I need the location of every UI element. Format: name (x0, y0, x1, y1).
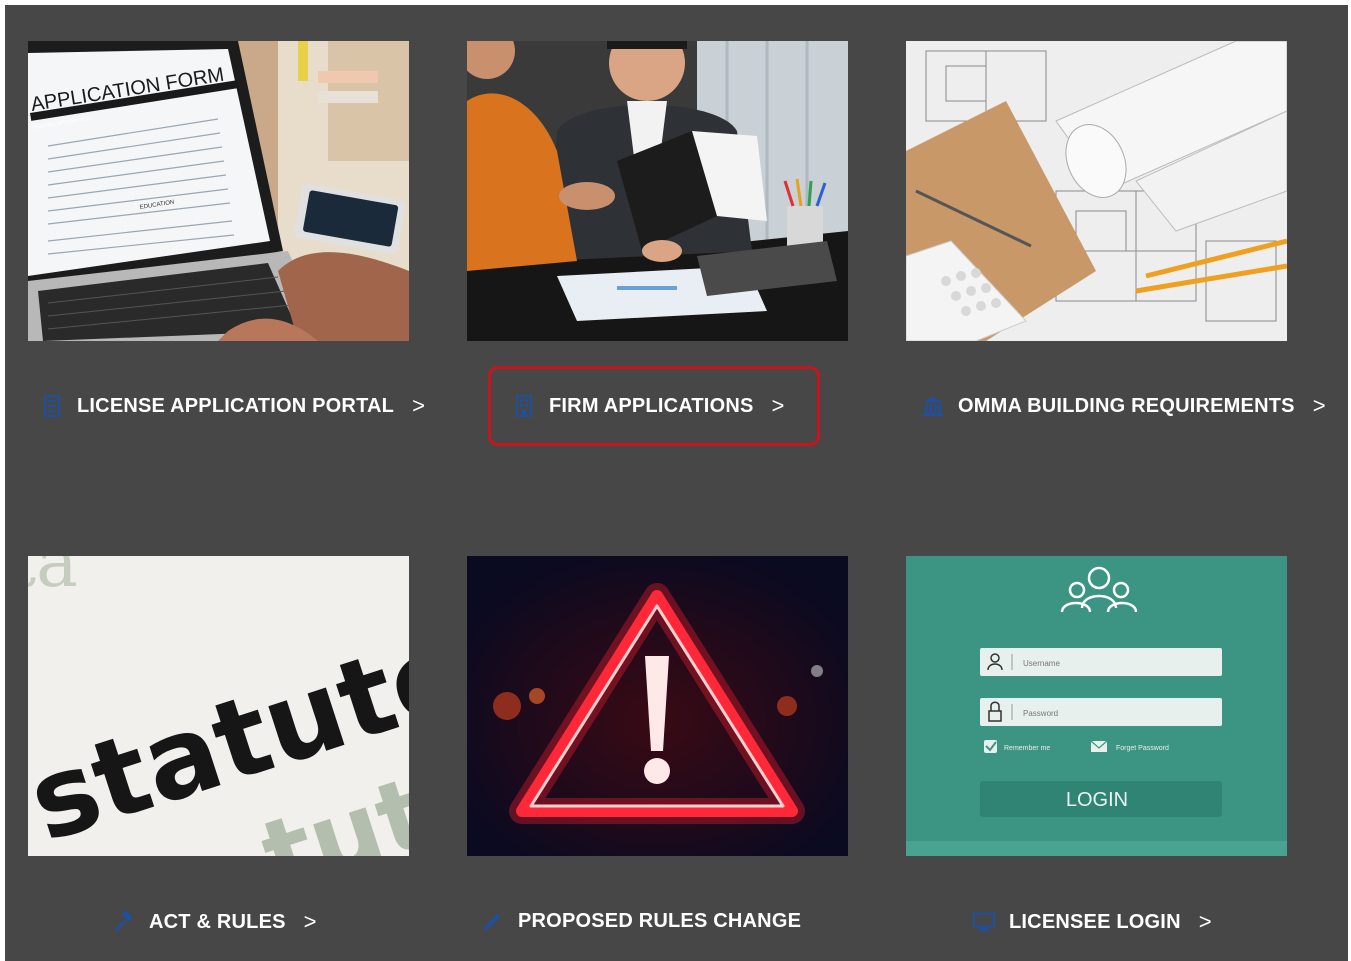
act-rules-link[interactable]: ACT & RULES > (113, 909, 317, 935)
license-application-image[interactable]: APPLICATION FORM GENERAL INFORMATION EDU… (28, 41, 409, 341)
license-application-portal-label: LICENSE APPLICATION PORTAL (77, 394, 395, 417)
omma-building-requirements-link[interactable]: OMMA BUILDING REQUIREMENTS > (922, 393, 1326, 419)
proposed-rules-change-link[interactable]: PROPOSED RULES CHANGE (482, 909, 819, 933)
licensee-login-link[interactable]: LICENSEE LOGIN > (973, 909, 1212, 935)
username-placeholder: Username (1023, 659, 1060, 668)
firm-applications-label: FIRM APPLICATIONS (549, 394, 754, 417)
licensee-login-label: LICENSEE LOGIN (1009, 910, 1181, 933)
building-requirements-image[interactable] (906, 41, 1287, 341)
document-icon (41, 394, 63, 418)
monitor-icon (973, 910, 995, 934)
firm-applications-image[interactable] (467, 41, 848, 341)
forget-password-label: Forget Password (1116, 745, 1169, 752)
act-rules-label: ACT & RULES (149, 910, 286, 933)
chevron-right-icon: > (771, 393, 785, 418)
proposed-rules-image[interactable] (467, 556, 848, 856)
svg-text:ta: ta (28, 556, 78, 603)
licensee-login-image[interactable]: Username Password Remember me Forget Pas… (906, 556, 1287, 856)
chevron-right-icon: > (412, 393, 426, 418)
chevron-right-icon: > (1312, 393, 1326, 418)
pencil-icon (482, 909, 504, 933)
act-rules-image[interactable]: ta statute tut (28, 556, 409, 856)
login-button-text: LOGIN (1066, 789, 1128, 811)
page-background: APPLICATION FORM GENERAL INFORMATION EDU… (5, 5, 1348, 961)
proposed-rules-change-label: PROPOSED RULES CHANGE (518, 909, 802, 932)
building-icon (513, 394, 535, 418)
remember-me-label: Remember me (1004, 745, 1050, 752)
omma-building-requirements-label: OMMA BUILDING REQUIREMENTS (958, 394, 1295, 417)
gavel-icon (113, 910, 135, 934)
password-placeholder: Password (1023, 709, 1058, 718)
government-building-icon (922, 394, 944, 418)
firm-applications-link[interactable]: FIRM APPLICATIONS > (513, 393, 785, 419)
chevron-right-icon: > (303, 909, 317, 934)
chevron-right-icon: > (1198, 909, 1212, 934)
license-application-portal-link[interactable]: LICENSE APPLICATION PORTAL > (41, 393, 425, 419)
